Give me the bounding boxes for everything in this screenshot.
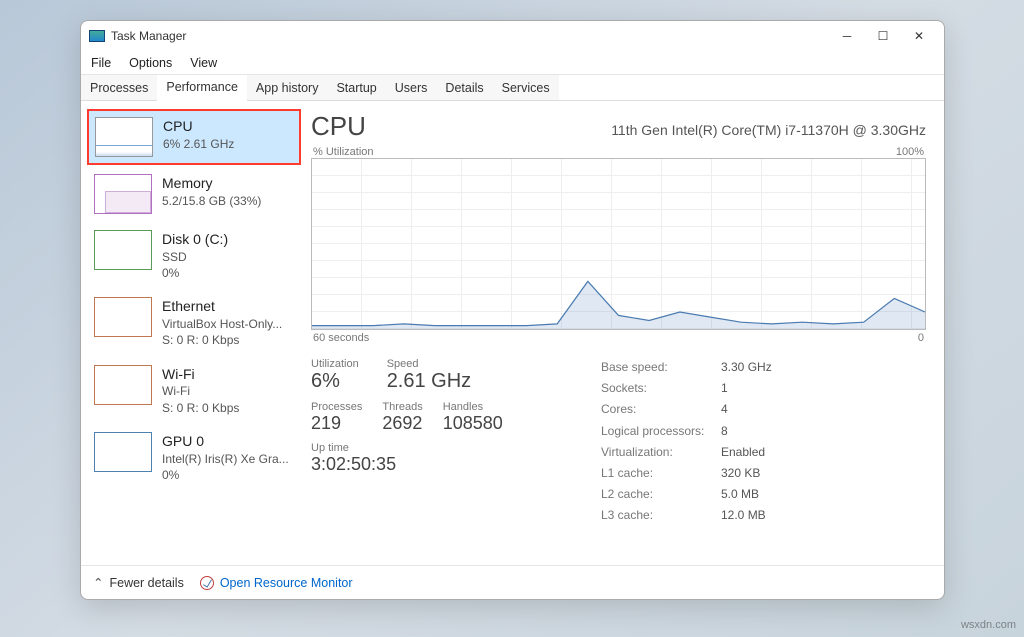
maximize-button[interactable]: ☐ [876,29,890,43]
spec-row: Virtualization:Enabled [601,443,772,462]
handles-label: Handles [443,401,503,413]
sidebar-item-net-4[interactable]: Wi-FiWi-FiS: 0 R: 0 Kbps [87,358,301,423]
utilization-label: Utilization [311,358,359,370]
sidebar-item-gpu-5[interactable]: GPU 0Intel(R) Iris(R) Xe Gra...0% [87,425,301,490]
tab-bar: Processes Performance App history Startu… [81,75,944,101]
thumb-icon [94,297,152,337]
uptime-label: Up time [311,442,571,454]
handles-value: 108580 [443,413,503,434]
tab-users[interactable]: Users [386,75,437,100]
cpu-chart [311,158,926,330]
tab-details[interactable]: Details [436,75,492,100]
speed-value: 2.61 GHz [387,370,471,393]
task-manager-window: Task Manager ─ ☐ ✕ File Options View Pro… [80,20,945,600]
sidebar-item-net-3[interactable]: EthernetVirtualBox Host-Only...S: 0 R: 0… [87,290,301,355]
open-resource-monitor-link[interactable]: Open Resource Monitor [200,576,353,590]
cpu-spec-list: Base speed:3.30 GHz Sockets:1 Cores:4 Logic… [601,358,772,526]
perf-main: CPU 11th Gen Intel(R) Core(TM) i7-11370H… [301,101,944,565]
processes-label: Processes [311,401,362,413]
processes-value: 219 [311,413,362,434]
spec-row: Base speed:3.30 GHz [601,358,772,377]
sidebar-item-cpu-0[interactable]: CPU6% 2.61 GHz [87,109,301,165]
menubar: File Options View [81,51,944,75]
tab-startup[interactable]: Startup [327,75,385,100]
thumb-icon [94,365,152,405]
chart-xmax: 60 seconds [313,332,369,344]
uptime-value: 3:02:50:35 [311,454,571,475]
utilization-value: 6% [311,370,359,393]
menu-view[interactable]: View [190,56,217,70]
thumb-icon [94,432,152,472]
thumb-icon [94,174,152,214]
sidebar-item-mem-1[interactable]: Memory5.2/15.8 GB (33%) [87,167,301,221]
chevron-up-icon: ⌃ [93,575,103,590]
footer: ⌃Fewer details Open Resource Monitor [81,565,944,599]
spec-row: L1 cache:320 KB [601,464,772,483]
menu-options[interactable]: Options [129,56,172,70]
minimize-button[interactable]: ─ [840,29,854,43]
tab-services[interactable]: Services [493,75,559,100]
spec-row: L3 cache:12.0 MB [601,506,772,525]
sidebar-item-disk-2[interactable]: Disk 0 (C:)SSD0% [87,223,301,288]
tab-performance[interactable]: Performance [157,76,247,101]
menu-file[interactable]: File [91,56,111,70]
threads-value: 2692 [382,413,422,434]
chart-xmin: 0 [918,332,924,344]
tab-app-history[interactable]: App history [247,75,328,100]
thumb-icon [95,117,153,157]
titlebar[interactable]: Task Manager ─ ☐ ✕ [81,21,944,51]
thumb-icon [94,230,152,270]
cpu-model: 11th Gen Intel(R) Core(TM) i7-11370H @ 3… [611,122,926,138]
chart-ylabel: % Utilization [313,146,374,158]
spec-row: Cores:4 [601,400,772,419]
spec-row: L2 cache:5.0 MB [601,485,772,504]
app-icon [89,30,105,42]
watermark: wsxdn.com [961,619,1016,631]
perf-sidebar: CPU6% 2.61 GHzMemory5.2/15.8 GB (33%)Dis… [81,101,301,565]
tab-processes[interactable]: Processes [81,75,157,100]
speed-label: Speed [387,358,471,370]
page-title: CPU [311,111,366,142]
spec-row: Logical processors:8 [601,422,772,441]
threads-label: Threads [382,401,422,413]
chart-ymax: 100% [896,146,924,158]
close-button[interactable]: ✕ [912,29,926,43]
resource-monitor-icon [200,576,214,590]
spec-row: Sockets:1 [601,379,772,398]
fewer-details-button[interactable]: ⌃Fewer details [93,575,184,590]
window-title: Task Manager [111,29,186,43]
